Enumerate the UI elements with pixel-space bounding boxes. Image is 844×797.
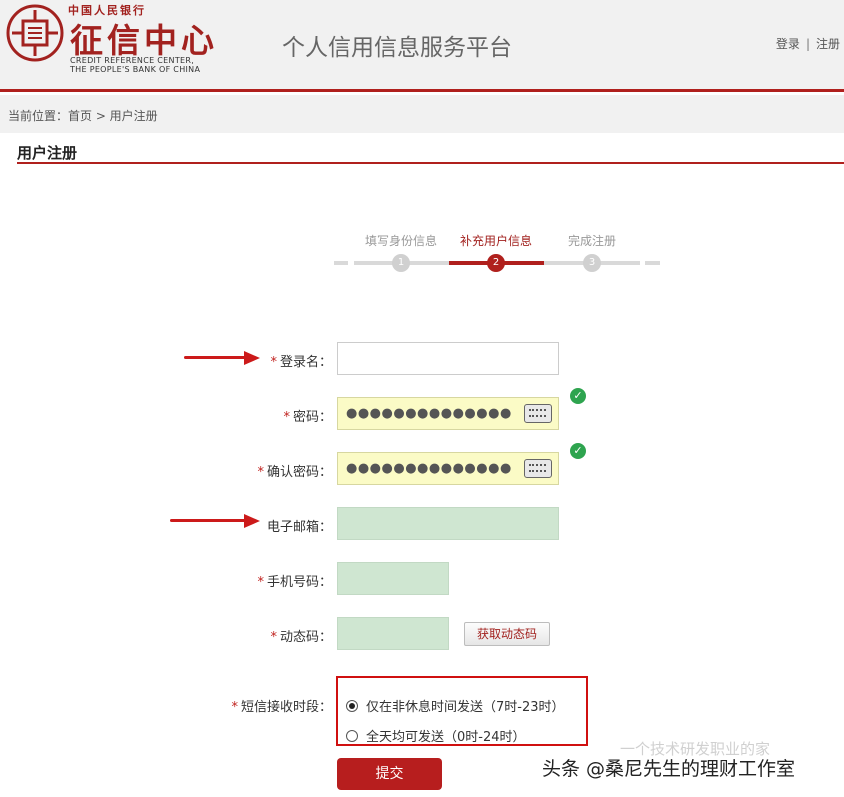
step-1-dot: 1: [392, 254, 410, 272]
credit-center-seal-logo-icon: [6, 4, 64, 62]
register-link[interactable]: 注册: [816, 37, 840, 51]
required-mark: *: [283, 410, 290, 425]
password-input[interactable]: ●●●●●●●●●●●●●●: [337, 397, 559, 430]
login-name-input[interactable]: [337, 342, 559, 375]
radio-unchecked-icon[interactable]: [346, 730, 358, 742]
radio-checked-icon[interactable]: [346, 700, 358, 712]
annotation-arrow-login-name-icon: [184, 351, 260, 365]
email-input[interactable]: [337, 507, 559, 540]
top-links: 登录 | 注册: [776, 35, 840, 52]
required-mark: *: [257, 575, 264, 590]
required-mark: *: [270, 630, 277, 645]
submit-button[interactable]: 提交: [337, 758, 442, 790]
login-link[interactable]: 登录: [776, 37, 800, 51]
annotation-arrow-email-icon: [170, 514, 260, 528]
link-separator: |: [805, 37, 810, 51]
required-mark: *: [270, 355, 277, 370]
confirm-password-masked-value: ●●●●●●●●●●●●●●: [346, 461, 512, 476]
step-line-tail: [645, 261, 660, 265]
page-title: 用户注册: [17, 144, 78, 162]
get-otp-button[interactable]: 获取动态码: [464, 622, 550, 646]
site-header: 中国人民银行 征信中心 CREDIT REFERENCE CENTER, THE…: [0, 0, 844, 92]
title-divider: [17, 162, 844, 164]
sms-option-daytime[interactable]: 仅在非休息时间发送（7时-23时）: [346, 696, 565, 715]
password-label: * 密码：: [283, 410, 332, 425]
confirm-password-label: * 确认密码：: [257, 465, 332, 480]
sms-period-highlight-box: 仅在非休息时间发送（7时-23时） 全天均可发送（0时-24时）: [336, 676, 588, 746]
step-1-label: 填写身份信息: [364, 234, 438, 248]
step-2-label: 补充用户信息: [459, 234, 533, 248]
password-masked-value: ●●●●●●●●●●●●●●: [346, 406, 512, 421]
logo-credit-center-text: 征信中心: [70, 21, 218, 60]
logo-english-line1: CREDIT REFERENCE CENTER,: [70, 56, 195, 65]
virtual-keyboard-icon[interactable]: [524, 404, 552, 423]
sms-period-label: * 短信接收时段：: [231, 700, 332, 715]
logo-english-line2: THE PEOPLE'S BANK OF CHINA: [70, 65, 201, 74]
breadcrumb-text: 当前位置：首页 > 用户注册: [8, 109, 158, 123]
otp-label: * 动态码：: [270, 630, 332, 645]
login-name-label: * 登录名：: [270, 355, 332, 370]
platform-title: 个人信用信息服务平台: [282, 35, 512, 61]
virtual-keyboard-icon[interactable]: [524, 459, 552, 478]
password-valid-check-icon: ✓: [570, 388, 586, 404]
step-2-dot: 2: [487, 254, 505, 272]
otp-input[interactable]: [337, 617, 449, 650]
confirm-password-input[interactable]: ●●●●●●●●●●●●●●: [337, 452, 559, 485]
mobile-input[interactable]: [337, 562, 449, 595]
step-3-dot: 3: [583, 254, 601, 272]
breadcrumb: 当前位置：首页 > 用户注册: [0, 95, 844, 133]
email-label: 电子邮箱：: [266, 520, 332, 535]
step-line-lead: [334, 261, 348, 265]
toutiao-watermark: 头条 @桑尼先生的理财工作室: [542, 758, 796, 780]
required-mark: *: [257, 465, 264, 480]
sms-option-all-day[interactable]: 全天均可发送（0时-24时）: [346, 726, 526, 745]
step-3-label: 完成注册: [567, 234, 617, 248]
mobile-label: * 手机号码：: [257, 575, 332, 590]
confirm-password-valid-check-icon: ✓: [570, 443, 586, 459]
required-mark: *: [231, 700, 238, 715]
registration-steps: 填写身份信息 补充用户信息 完成注册 1 2 3: [334, 230, 660, 275]
